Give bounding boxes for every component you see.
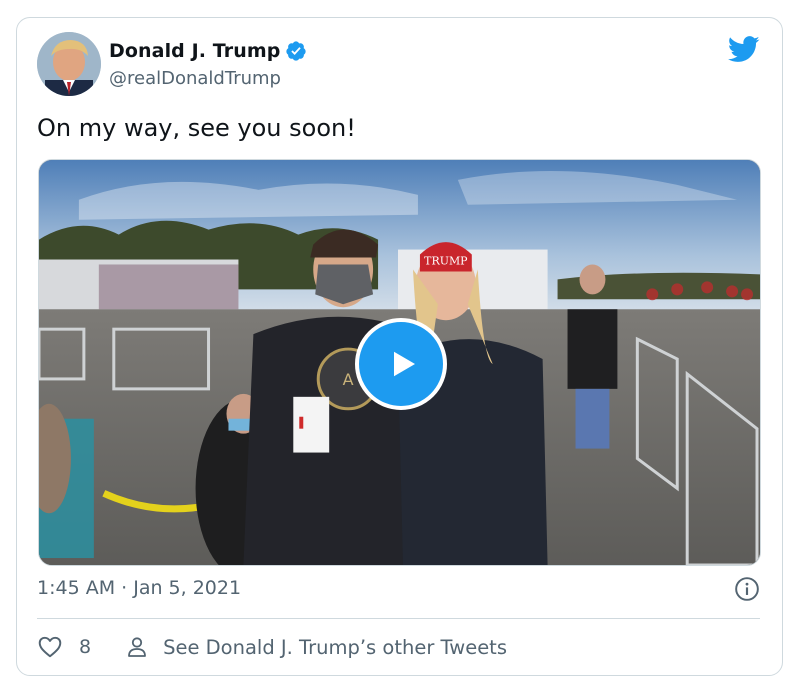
hat-text: TRUMP — [424, 254, 467, 267]
divider — [37, 618, 760, 619]
heart-icon — [38, 636, 62, 658]
action-row: 8 See Donald J. Trump’s other Tweets — [37, 632, 507, 662]
tweet-text: On my way, see you soon! — [37, 114, 356, 142]
see-other-tweets-label: See Donald J. Trump’s other Tweets — [163, 635, 507, 659]
person-icon — [128, 637, 146, 657]
like-count: 8 — [79, 636, 92, 658]
video-thumbnail[interactable]: A TRUMP — [38, 159, 761, 566]
twitter-bird-icon[interactable] — [728, 36, 760, 63]
info-icon[interactable] — [734, 576, 760, 602]
play-icon — [394, 351, 415, 377]
svg-text:A: A — [343, 370, 354, 389]
tweet-timestamp[interactable]: 1:45 AM · Jan 5, 2021 — [37, 577, 241, 599]
author-handle[interactable]: @realDonaldTrump — [109, 68, 281, 89]
verified-badge-icon — [286, 41, 307, 61]
author-display-name[interactable]: Donald J. Trump — [109, 40, 280, 62]
like-button[interactable]: 8 — [37, 634, 91, 660]
see-other-tweets-link[interactable]: See Donald J. Trump’s other Tweets — [125, 635, 507, 659]
avatar[interactable] — [37, 32, 101, 96]
play-button[interactable] — [355, 318, 447, 410]
tweet-card: Donald J. Trump @realDonaldTrump On my w… — [16, 17, 783, 676]
author-name-row[interactable]: Donald J. Trump — [109, 40, 307, 62]
